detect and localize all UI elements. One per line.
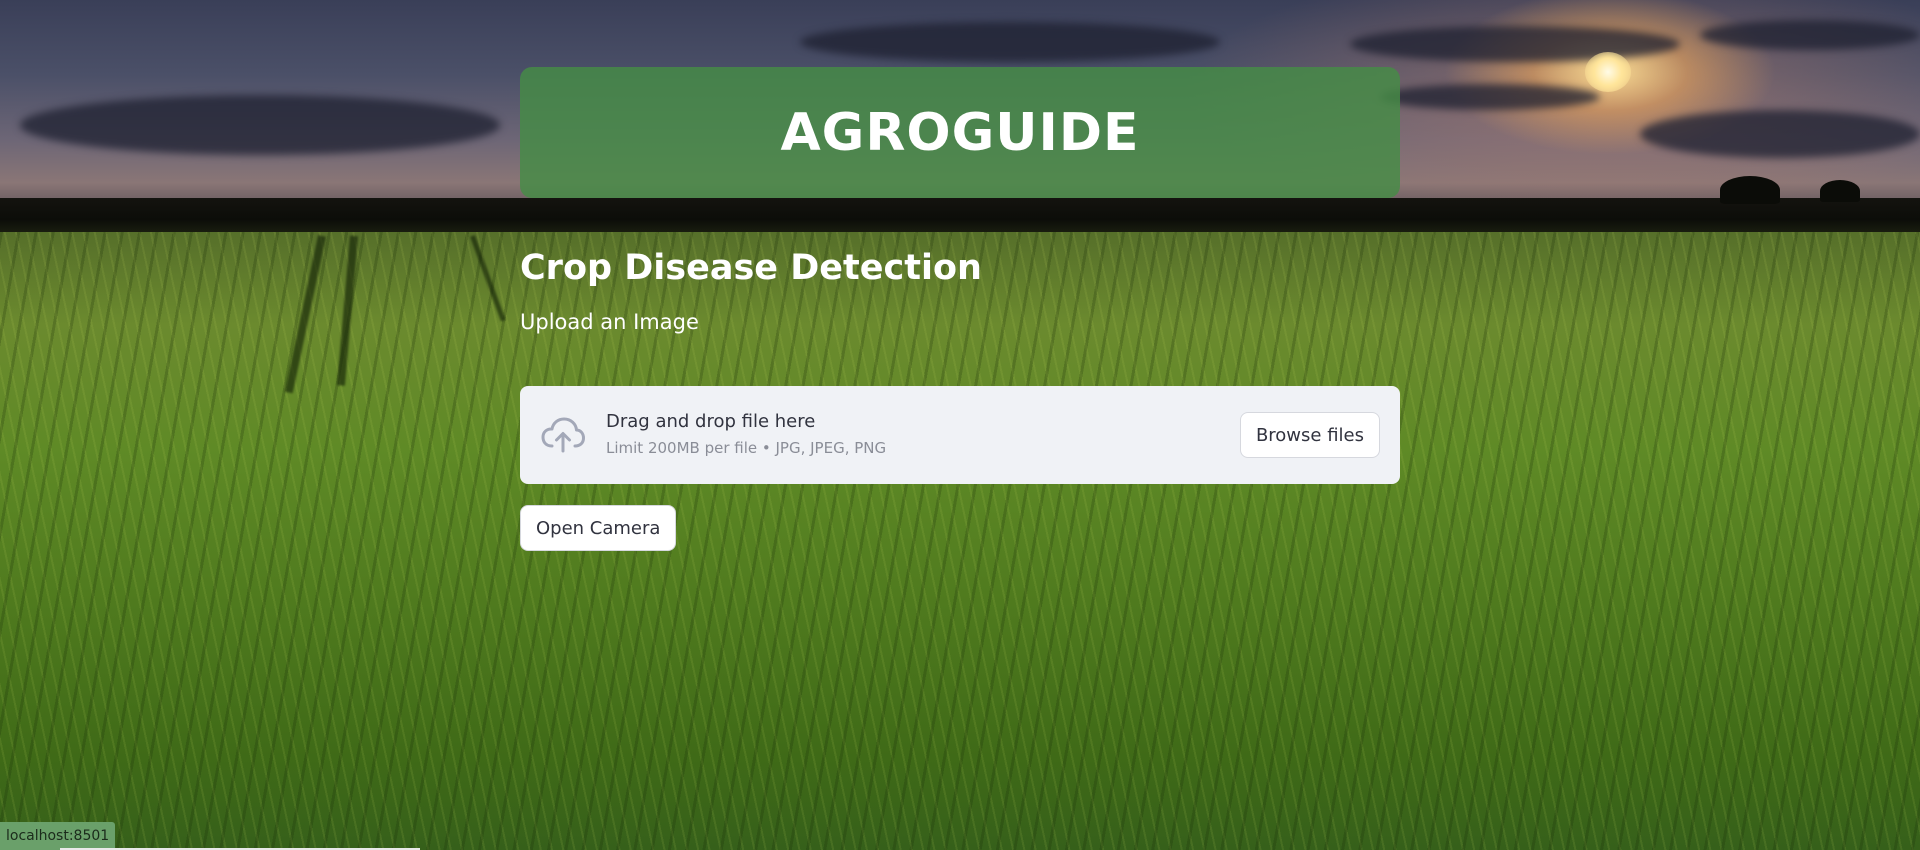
dropzone-text: Drag and drop file here Limit 200MB per … — [606, 410, 886, 458]
background-cloud — [1350, 26, 1680, 62]
dropzone-subtitle: Limit 200MB per file • JPG, JPEG, PNG — [606, 439, 887, 457]
background-tree — [1720, 176, 1780, 204]
browse-files-button[interactable]: Browse files — [1239, 412, 1380, 458]
background-cloud — [800, 22, 1220, 62]
dropzone-title: Drag and drop file here — [606, 411, 816, 432]
open-camera-button[interactable]: Open Camera — [520, 505, 677, 551]
main-content: AGROGUIDE Crop Disease Detection Upload … — [520, 67, 1400, 551]
upload-label: Upload an Image — [520, 310, 699, 334]
file-dropzone[interactable]: Drag and drop file here Limit 200MB per … — [520, 386, 1400, 484]
background-cloud — [1700, 20, 1920, 50]
cloud-upload-icon — [541, 417, 585, 453]
page-heading: Crop Disease Detection — [520, 248, 982, 288]
app-page: AGROGUIDE Crop Disease Detection Upload … — [0, 0, 1920, 850]
background-tree — [1820, 180, 1860, 202]
background-sun — [1585, 52, 1631, 92]
background-cloud — [1640, 110, 1920, 158]
background-cloud — [20, 95, 500, 155]
background-cloud — [1380, 84, 1600, 110]
app-title: AGROGUIDE — [780, 102, 1140, 163]
title-banner: AGROGUIDE — [520, 67, 1400, 198]
status-url: localhost:8501 — [0, 822, 116, 850]
